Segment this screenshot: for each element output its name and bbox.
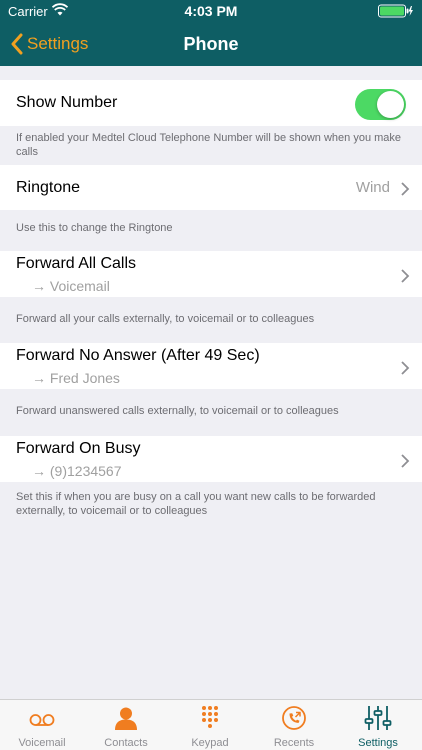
ringtone-cell[interactable]: Ringtone Wind — [0, 165, 422, 210]
tab-contacts-label: Contacts — [104, 737, 148, 749]
forward-no-answer-footnote: Forward unanswered calls externally, to … — [16, 405, 339, 417]
ringtone-label: Ringtone — [16, 179, 81, 196]
tab-recents-label: Recents — [273, 737, 315, 749]
recents-icon — [282, 706, 306, 730]
voicemail-icon — [29, 714, 55, 726]
clock: 4:03 PM — [184, 3, 238, 19]
ringtone-value: Wind — [355, 179, 390, 196]
forward-on-busy-label: Forward On Busy — [16, 440, 141, 457]
forward-on-busy-footnote: Set this if when you are busy on a call … — [16, 491, 376, 517]
status-bar: Carrier 4:03 PM — [0, 0, 422, 22]
forward-no-answer-target: → Fred Jones — [32, 370, 120, 386]
settings-icon — [364, 706, 392, 730]
navigation-bar: Settings Phone — [0, 22, 422, 66]
ringtone-footnote: Use this to change the Ringtone — [16, 222, 173, 234]
forward-on-busy-target: → (9)1234567 — [32, 463, 122, 479]
keypad-icon — [202, 706, 218, 728]
tab-contacts[interactable]: Contacts — [84, 700, 168, 750]
toggle-knob — [377, 91, 404, 118]
forward-on-busy-cell[interactable]: Forward On Busy → (9)1234567 — [0, 436, 422, 482]
forward-all-calls-footnote: Forward all your calls externally, to vo… — [16, 313, 315, 325]
chevron-right-icon — [401, 182, 410, 196]
battery-icon — [378, 4, 413, 18]
contacts-icon — [115, 707, 137, 730]
show-number-label: Show Number — [16, 94, 118, 111]
show-number-footnote: If enabled your Medtel Cloud Telephone N… — [16, 132, 402, 158]
chevron-right-icon — [401, 361, 410, 375]
chevron-right-icon — [401, 269, 410, 283]
forward-no-answer-label: Forward No Answer (After 49 Sec) — [16, 347, 260, 364]
tab-settings-label: Settings — [358, 737, 398, 749]
tab-keypad[interactable]: Keypad — [168, 700, 252, 750]
tab-voicemail-label: Voicemail — [18, 737, 66, 749]
tab-keypad-label: Keypad — [191, 737, 229, 749]
tab-settings[interactable]: Settings — [336, 700, 420, 750]
tab-bar: Voicemail Contacts Keypad Recents Settin… — [0, 699, 422, 750]
forward-all-calls-cell[interactable]: Forward All Calls → Voicemail — [0, 251, 422, 297]
tab-voicemail[interactable]: Voicemail — [0, 700, 84, 750]
chevron-right-icon — [401, 454, 410, 468]
forward-all-calls-target: → Voicemail — [32, 278, 110, 294]
forward-no-answer-cell[interactable]: Forward No Answer (After 49 Sec) → Fred … — [0, 343, 422, 389]
show-number-cell: Show Number — [0, 80, 422, 126]
forward-all-calls-label: Forward All Calls — [16, 255, 137, 272]
tab-recents[interactable]: Recents — [252, 700, 336, 750]
page-title: Phone — [183, 34, 239, 54]
show-number-toggle[interactable] — [355, 89, 406, 120]
